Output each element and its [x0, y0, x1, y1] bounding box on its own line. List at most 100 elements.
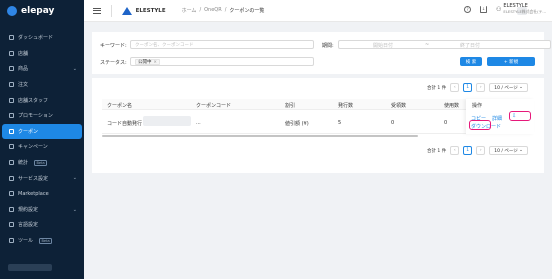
logo-text: elepay — [21, 6, 55, 16]
dashboard-icon — [9, 35, 14, 41]
download-icon[interactable]: ↓ — [480, 5, 488, 13]
sidebar-item-dashboard[interactable]: ダッシュボード — [0, 30, 84, 46]
page-size-label: 10 / ページ — [494, 148, 518, 154]
date-separator: ~ — [425, 42, 430, 48]
page-size-select[interactable]: 10 / ページ ⌄ — [489, 83, 528, 92]
sidebar-nav: ダッシュボード 店舗 商品 ⌄ 注文 店舗スタッフ プロモーション クーポン キャ… — [0, 30, 84, 248]
sidebar-item-label: 規約設定 — [18, 206, 39, 213]
sidebar-item-statistics[interactable]: 統計 Beta — [0, 155, 84, 171]
user-info: ELESTYLE ELESTYLE株式会社(テ... — [503, 3, 546, 15]
top-pagination: 合計 1 件 ‹ 1 › 10 / ページ ⌄ — [427, 83, 528, 92]
column-header-name: クーポン名 — [107, 103, 133, 109]
coupon-icon — [9, 128, 14, 134]
keyword-label: キーワード: — [100, 43, 127, 49]
breadcrumb: ホーム / OneQR / クーポンの一覧 — [182, 7, 265, 14]
logo[interactable]: elepay — [0, 0, 84, 22]
sidebar-item-label: 店舗 — [18, 50, 29, 57]
store-icon — [9, 50, 14, 56]
sidebar-item-stores[interactable]: 店舗 — [0, 46, 84, 62]
page-size-label: 10 / ページ — [494, 85, 518, 91]
sidebar-item-label: ダッシュボード — [18, 35, 54, 42]
sidebar-item-products[interactable]: 商品 ⌄ — [0, 61, 84, 77]
keyword-input[interactable]: クーポン名、クーポンコード — [130, 40, 314, 49]
sidebar-item-language[interactable]: 言語設定 — [0, 217, 84, 233]
column-header-received: 受領数 — [391, 103, 407, 109]
sidebar-item-label: 商品 — [18, 66, 29, 73]
current-page-button[interactable]: 1 — [463, 146, 473, 155]
sidebar-footer-placeholder — [8, 264, 52, 271]
new-coupon-button[interactable]: + 新規 — [487, 57, 535, 66]
user-menu[interactable]: ⚇ ELESTYLE ELESTYLE株式会社(テ... — [496, 3, 546, 15]
prev-page-button[interactable]: ‹ — [450, 83, 460, 92]
status-tag: 公開中 ✕ — [135, 58, 160, 65]
beta-badge: Beta — [39, 237, 53, 244]
sidebar-item-marketplace[interactable]: Marketplace — [0, 186, 84, 202]
status-select[interactable]: 公開中 ✕ — [130, 57, 314, 66]
highlight-ring — [469, 120, 491, 130]
chart-icon — [9, 160, 14, 166]
total-count: 合計 1 件 — [427, 85, 447, 91]
bottom-pagination: 合計 1 件 ‹ 1 › 10 / ページ ⌄ — [427, 146, 528, 155]
end-date-input[interactable]: 終了日付 — [460, 42, 480, 49]
sidebar-item-service-settings[interactable]: サービス設定 ⌄ — [0, 170, 84, 186]
prev-page-button[interactable]: ‹ — [450, 146, 460, 155]
globe-icon — [9, 222, 14, 228]
sidebar-item-promotions[interactable]: プロモーション — [0, 108, 84, 124]
status-label: ステータス: — [100, 60, 127, 66]
sidebar-item-tools[interactable]: ツール Beta — [0, 233, 84, 249]
search-button[interactable]: 検 索 — [460, 57, 482, 66]
received-count: 0 — [391, 120, 395, 126]
column-header-actions: 操作 — [472, 103, 483, 109]
promotion-icon — [9, 113, 14, 119]
sidebar-item-coupons[interactable]: クーポン — [2, 123, 82, 140]
order-icon — [9, 82, 14, 88]
breadcrumb-current: クーポンの一覧 — [229, 8, 265, 14]
sidebar-item-campaigns[interactable]: キャンペーン — [0, 139, 84, 155]
chevron-down-icon: ⌄ — [72, 66, 77, 73]
sidebar-item-label: サービス設定 — [18, 175, 49, 182]
date-range-picker[interactable] — [338, 40, 551, 49]
top-header: ELESTYLE ホーム / OneQR / クーポンの一覧 ? ↓ ⚇ ELE… — [84, 0, 552, 22]
sidebar-item-terms[interactable]: 規約設定 ⌄ — [0, 202, 84, 218]
help-icon[interactable]: ? — [464, 5, 472, 13]
period-label: 期間: — [322, 43, 334, 49]
status-tag-label: 公開中 — [138, 59, 152, 65]
sidebar-item-staff[interactable]: 店舗スタッフ — [0, 92, 84, 108]
start-date-input[interactable]: 開始日付 — [373, 42, 393, 49]
sidebar-item-label: 言語設定 — [18, 222, 39, 229]
breadcrumb-oneqr[interactable]: OneQR — [204, 7, 222, 14]
next-page-button[interactable]: › — [476, 83, 486, 92]
filter-panel: キーワード: クーポン名、クーポンコード 期間: 開始日付 ~ 終了日付 ステー… — [92, 32, 551, 74]
used-count: 0 — [444, 120, 448, 126]
column-header-code: クーポンコード — [196, 103, 232, 109]
highlight-ring — [509, 111, 531, 121]
next-page-button[interactable]: › — [476, 146, 486, 155]
sidebar-item-label: 店舗スタッフ — [18, 97, 49, 104]
settings-icon — [9, 175, 14, 181]
sidebar-item-label: Marketplace — [18, 190, 49, 197]
sidebar-item-orders[interactable]: 注文 — [0, 77, 84, 93]
header-actions: ? ↓ ⚇ ELESTYLE ELESTYLE株式会社(テ... — [464, 3, 546, 15]
store-logo-icon — [121, 6, 132, 15]
menu-toggle-icon[interactable] — [93, 7, 101, 14]
elepay-logo-icon — [7, 6, 17, 16]
sidebar-item-label: 統計 — [18, 160, 29, 167]
coupon-list-panel: 合計 1 件 ‹ 1 › 10 / ページ ⌄ クーポン名 クーポンコード 割引… — [92, 78, 544, 173]
current-page-button[interactable]: 1 — [463, 83, 473, 92]
page-size-select[interactable]: 10 / ページ ⌄ — [489, 146, 528, 155]
user-icon: ⚇ — [496, 5, 502, 13]
table-row: コード自動発行 ... 値引額 (¥) 5 0 0 操作 コピー 詳細 ⇩ ダウ… — [102, 99, 534, 134]
product-icon — [9, 66, 14, 72]
store-name[interactable]: ELESTYLE — [136, 8, 166, 14]
detail-link[interactable]: 詳細 — [492, 115, 502, 122]
issued-count: 5 — [338, 120, 342, 126]
campaign-icon — [9, 144, 14, 150]
sidebar-item-label: キャンペーン — [18, 144, 48, 151]
actions-column: 操作 コピー 詳細 ⇩ ダウンロード — [466, 99, 534, 134]
horizontal-scrollbar[interactable] — [102, 135, 418, 137]
close-icon[interactable]: ✕ — [154, 59, 157, 64]
staff-icon — [9, 97, 14, 103]
beta-badge: Beta — [34, 159, 48, 166]
breadcrumb-home[interactable]: ホーム — [182, 7, 197, 14]
tool-icon — [9, 238, 14, 244]
